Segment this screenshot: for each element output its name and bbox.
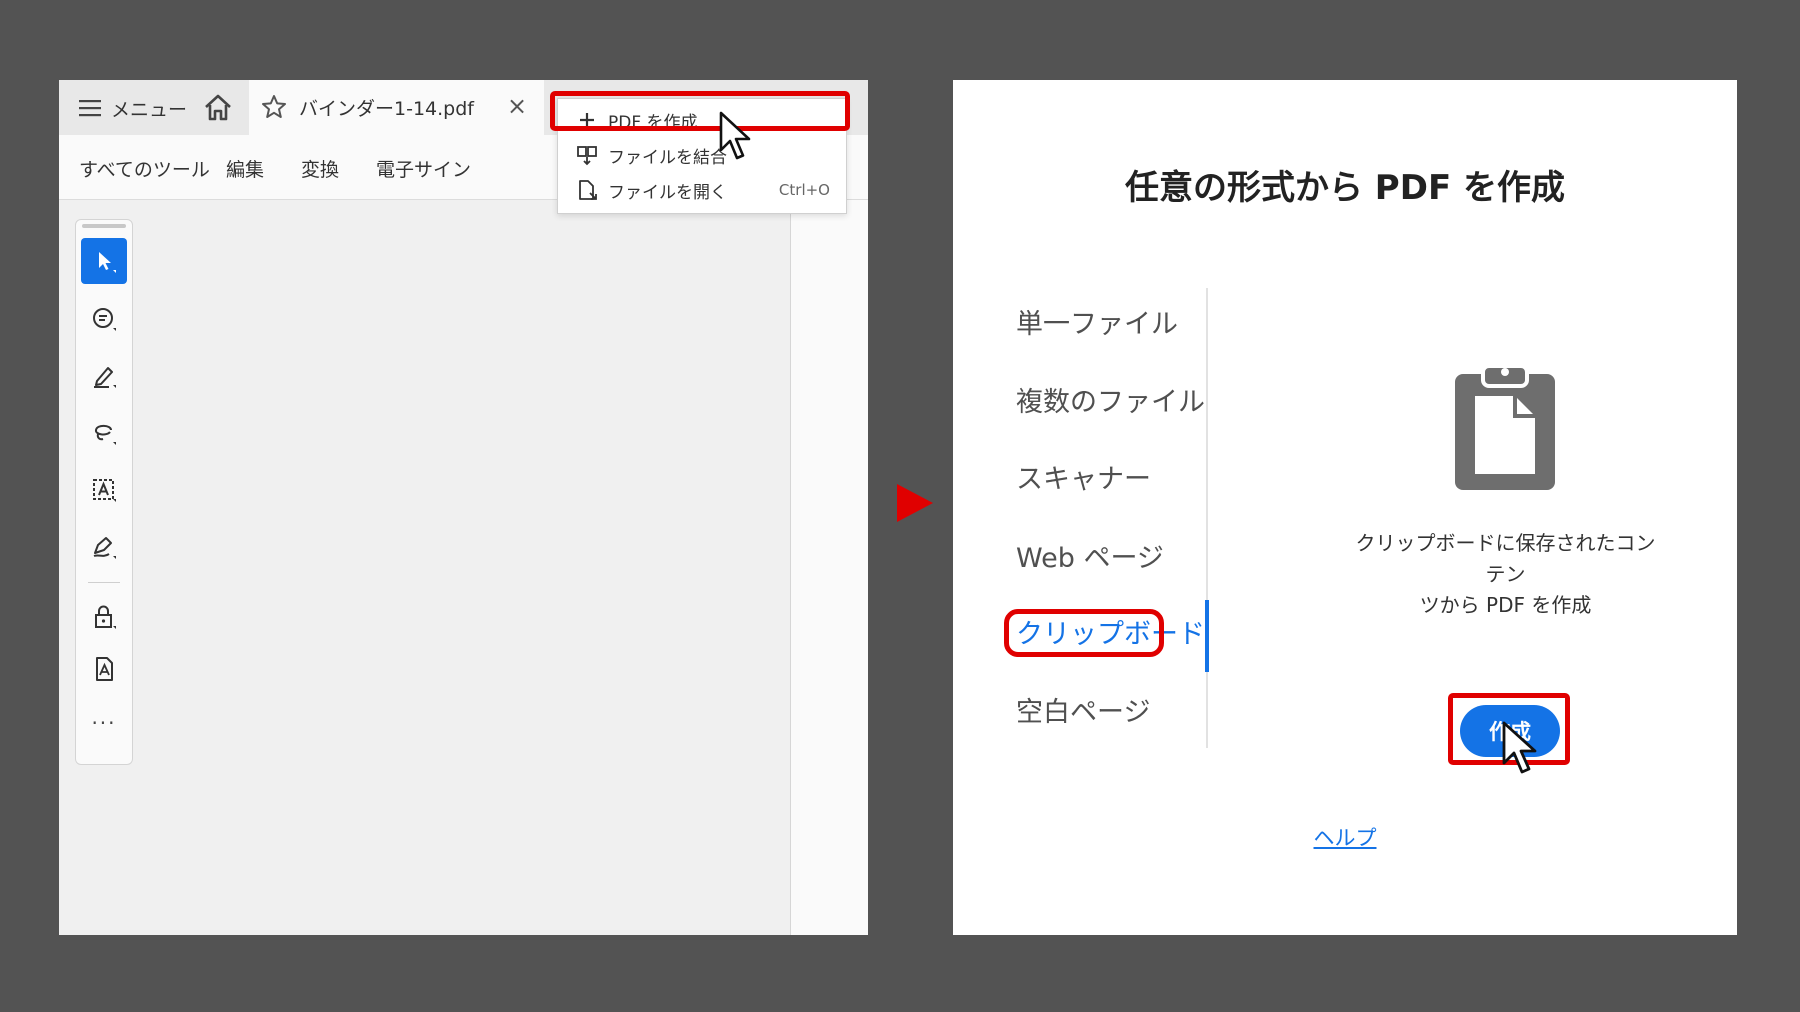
combine-files-icon [576, 144, 598, 166]
close-tab-icon[interactable]: × [507, 92, 527, 120]
document-tab[interactable]: バインダー1-14.pdf × [249, 80, 544, 135]
clipboard-icon [1455, 364, 1555, 490]
create-pdf-dialog: 任意の形式から PDF を作成 単一ファイル 複数のファイル スキャナー Web… [953, 80, 1737, 935]
menu-button[interactable]: メニュー [79, 93, 187, 123]
source-web-page[interactable]: Web ページ [1016, 536, 1164, 575]
source-description: クリップボードに保存されたコンテン ツから PDF を作成 [1353, 528, 1658, 621]
open-file-menu-item[interactable]: ファイルを開く Ctrl+O [558, 173, 846, 207]
select-tool[interactable] [81, 238, 127, 284]
text-recognition-tool[interactable] [81, 467, 127, 513]
star-icon[interactable] [261, 94, 287, 120]
step-arrow-icon [897, 484, 933, 522]
acrobat-window: メニュー バインダー1-14.pdf × すべてのツール 編集 変換 電子サイン [59, 80, 868, 935]
highlight-pen-icon [94, 367, 116, 388]
source-list-divider [1206, 288, 1208, 748]
highlight-tool[interactable] [81, 353, 127, 399]
comment-tool[interactable] [81, 296, 127, 342]
open-file-icon [576, 179, 598, 201]
open-file-label: ファイルを開く [608, 182, 727, 203]
more-tools-button[interactable]: ... [76, 705, 132, 729]
mouse-cursor-icon [719, 111, 751, 160]
home-icon[interactable] [202, 92, 234, 124]
right-panel [790, 200, 868, 935]
mouse-cursor-icon [1502, 721, 1537, 774]
pdf-convert-tool[interactable] [81, 646, 127, 692]
signature-tool[interactable] [81, 524, 127, 570]
comment-icon [93, 308, 116, 331]
convert-tab[interactable]: 変換 [301, 155, 339, 182]
toolbar-grip[interactable] [82, 224, 126, 228]
highlight-box-clipboard [1004, 609, 1164, 657]
protect-icon [95, 605, 116, 629]
source-single-file[interactable]: 単一ファイル [1016, 302, 1178, 341]
toolbar-divider [88, 582, 120, 583]
combine-files-menu-item[interactable]: ファイルを結合 [558, 138, 846, 172]
combine-files-label: ファイルを結合 [608, 147, 727, 168]
source-blank-page[interactable]: 空白ページ [1016, 690, 1150, 729]
document-area [59, 200, 790, 935]
signature-icon [93, 537, 116, 559]
hamburger-icon [79, 100, 101, 117]
all-tools-tab[interactable]: すべてのツール [79, 155, 210, 182]
edit-tab[interactable]: 編集 [226, 155, 264, 182]
help-link[interactable]: ヘルプ [953, 822, 1737, 852]
description-line-1: クリップボードに保存されたコンテン [1355, 531, 1656, 586]
active-source-indicator [1205, 600, 1209, 672]
lasso-tool[interactable] [81, 410, 127, 456]
menu-label: メニュー [111, 98, 188, 121]
e-sign-tab[interactable]: 電子サイン [376, 155, 471, 182]
document-tab-title: バインダー1-14.pdf [299, 98, 474, 120]
text-recognition-icon [93, 479, 116, 502]
protect-tool[interactable] [81, 594, 127, 640]
source-multiple-files[interactable]: 複数のファイル [1016, 380, 1205, 419]
lasso-icon [95, 424, 116, 445]
highlight-box-create-pdf [550, 91, 850, 131]
quick-tools-toolbar: ... [75, 219, 133, 765]
pdf-convert-icon [96, 657, 113, 681]
source-scanner[interactable]: スキャナー [1016, 457, 1151, 496]
open-file-shortcut: Ctrl+O [778, 181, 830, 199]
dialog-title: 任意の形式から PDF を作成 [1124, 168, 1566, 208]
description-line-2: ツから PDF を作成 [1419, 593, 1592, 617]
select-icon [99, 252, 116, 273]
